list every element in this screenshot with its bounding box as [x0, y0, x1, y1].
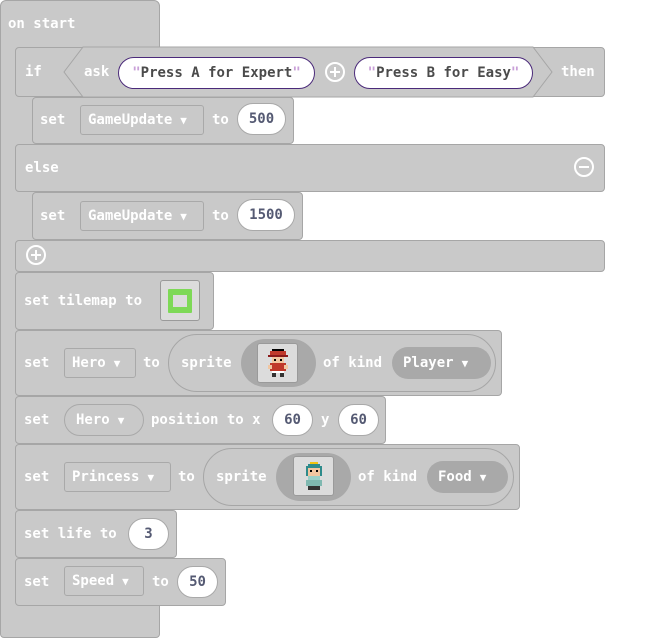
player-kind-label: Player	[403, 355, 454, 371]
tilemap-image	[168, 289, 192, 313]
gameupdate-dropdown-label: GameUpdate	[88, 208, 173, 224]
of-kind-label: of kind	[358, 469, 418, 485]
set-label: set	[40, 208, 66, 224]
speed-value-input[interactable]: 50	[177, 566, 218, 598]
add-elseif-plus-icon[interactable]	[26, 245, 46, 265]
caret-down-icon: ▼	[147, 470, 155, 484]
set-label: set	[24, 412, 50, 428]
princess-dropdown[interactable]: Princess ▼	[64, 462, 171, 492]
caret-down-icon: ▼	[461, 356, 469, 370]
join-plus-icon[interactable]	[325, 62, 345, 82]
else-block[interactable]	[15, 144, 605, 192]
caret-down-icon: ▼	[113, 356, 121, 370]
ask-label: ask	[84, 64, 110, 80]
caret-down-icon: ▼	[180, 113, 187, 127]
to-label: to	[152, 574, 169, 590]
caret-down-icon: ▼	[117, 413, 125, 427]
gameupdate-dropdown[interactable]: GameUpdate ▼	[80, 201, 204, 231]
princess-dropdown-label: Princess	[72, 469, 140, 485]
to-label: to	[212, 208, 229, 224]
tilemap-center	[173, 295, 187, 307]
gameupdate-dropdown[interactable]: GameUpdate ▼	[80, 105, 204, 135]
if-block-footer[interactable]	[15, 240, 605, 272]
speed-dropdown-label: Speed	[72, 573, 115, 589]
then-label: then	[561, 64, 595, 80]
caret-down-icon: ▼	[180, 209, 187, 223]
hero-dropdown[interactable]: Hero ▼	[64, 404, 144, 436]
princess-sprite-thumbnail[interactable]	[293, 456, 334, 496]
set-label: set	[24, 355, 50, 371]
life-value-input[interactable]: 3	[128, 518, 169, 550]
else-label: else	[25, 160, 59, 176]
y-label: y	[321, 412, 330, 428]
set-label: set	[40, 112, 66, 128]
set-label: set	[24, 574, 50, 590]
caret-down-icon: ▼	[122, 574, 129, 588]
hero-sprite-thumbnail[interactable]	[257, 343, 298, 383]
to-label: to	[212, 112, 229, 128]
princess-sprite-image	[306, 462, 322, 490]
remove-else-minus-icon[interactable]	[574, 157, 594, 177]
set-label: set	[24, 469, 50, 485]
player-kind-dropdown[interactable]: Player ▼	[392, 347, 491, 379]
hero-dropdown-label: Hero	[76, 412, 110, 428]
set-tilemap-label: set tilemap to	[24, 293, 143, 309]
hero-sprite-image	[268, 349, 288, 377]
to-label: to	[143, 355, 160, 371]
easy-string-text: Press B for Easy	[376, 65, 511, 81]
position-to-x-label: position to x	[151, 412, 261, 428]
set-life-label: set life to	[24, 526, 117, 542]
gameupdate-dropdown-label: GameUpdate	[88, 112, 173, 128]
value-1500-input[interactable]: 1500	[237, 199, 295, 231]
food-kind-label: Food	[438, 469, 472, 485]
hero-dropdown[interactable]: Hero ▼	[64, 348, 136, 378]
expert-string-text: Press A for Expert	[140, 65, 293, 81]
hero-dropdown-label: Hero	[72, 355, 106, 371]
y-value-input[interactable]: 60	[338, 404, 379, 436]
caret-down-icon: ▼	[479, 470, 487, 484]
to-label: to	[178, 469, 195, 485]
value-500-input[interactable]: 500	[237, 103, 286, 135]
sprite-label: sprite	[181, 355, 232, 371]
sprite-label: sprite	[216, 469, 267, 485]
on-start-label: on start	[8, 16, 76, 32]
if-label: if	[25, 64, 42, 80]
easy-string[interactable]: " Press B for Easy "	[354, 57, 533, 89]
speed-dropdown[interactable]: Speed ▼	[64, 566, 144, 596]
of-kind-label: of kind	[323, 355, 383, 371]
expert-string[interactable]: " Press A for Expert "	[118, 57, 315, 89]
food-kind-dropdown[interactable]: Food ▼	[427, 461, 508, 493]
x-value-input[interactable]: 60	[272, 404, 313, 436]
tilemap-thumbnail[interactable]	[160, 280, 200, 321]
